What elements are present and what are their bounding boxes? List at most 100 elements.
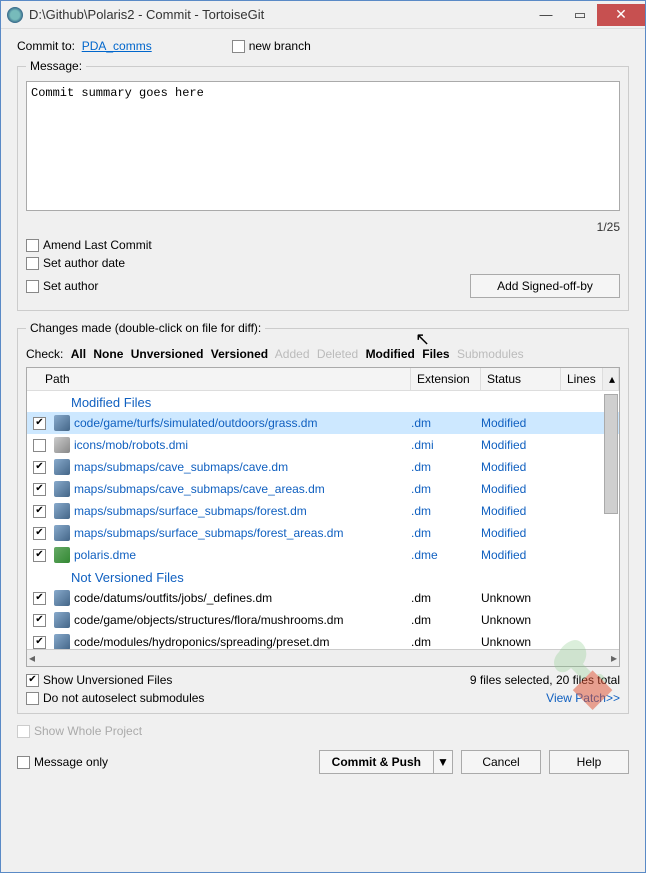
no-autoselect-checkbox[interactable] bbox=[26, 692, 39, 705]
file-ext: .dm bbox=[411, 482, 481, 496]
filter-row: Check: All None Unversioned Versioned Ad… bbox=[26, 347, 620, 361]
vertical-scrollbar[interactable] bbox=[604, 394, 618, 514]
horizontal-scrollbar[interactable]: ◂▸ bbox=[27, 649, 619, 666]
file-status: Unknown bbox=[481, 591, 561, 605]
message-only-label: Message only bbox=[34, 755, 108, 769]
changes-legend: Changes made (double-click on file for d… bbox=[26, 321, 265, 335]
file-status: Unknown bbox=[481, 635, 561, 649]
check-label: Check: bbox=[26, 347, 63, 361]
show-whole-label: Show Whole Project bbox=[34, 724, 142, 738]
file-path: code/datums/outfits/jobs/_defines.dm bbox=[74, 591, 411, 605]
amend-checkbox[interactable] bbox=[26, 239, 39, 252]
table-row[interactable]: code/datums/outfits/jobs/_defines.dm.dmU… bbox=[27, 587, 619, 609]
author-checkbox[interactable] bbox=[26, 280, 39, 293]
row-checkbox[interactable] bbox=[33, 483, 46, 496]
file-status: Modified bbox=[481, 416, 561, 430]
view-patch-link[interactable]: View Patch>> bbox=[546, 691, 620, 705]
commit-push-button[interactable]: Commit & Push bbox=[319, 750, 433, 774]
file-path: maps/submaps/surface_submaps/forest.dm bbox=[74, 504, 411, 518]
table-row[interactable]: icons/mob/robots.dmi.dmiModified bbox=[27, 434, 619, 456]
row-checkbox[interactable] bbox=[33, 549, 46, 562]
message-only-checkbox[interactable] bbox=[17, 756, 30, 769]
filter-files[interactable]: Files bbox=[422, 347, 449, 361]
filter-modified[interactable]: Modified bbox=[366, 347, 415, 361]
file-path: maps/submaps/cave_submaps/cave_areas.dm bbox=[74, 482, 411, 496]
file-ext: .dm bbox=[411, 504, 481, 518]
file-path: maps/submaps/cave_submaps/cave.dm bbox=[74, 460, 411, 474]
selection-summary: 9 files selected, 20 files total bbox=[470, 673, 620, 687]
file-ext: .dm bbox=[411, 635, 481, 649]
close-button[interactable]: ✕ bbox=[597, 4, 645, 26]
section-header: Not Versioned Files bbox=[27, 566, 619, 587]
message-group: Message: 1/25 Amend Last Commit Set auth… bbox=[17, 59, 629, 311]
filter-versioned[interactable]: Versioned bbox=[211, 347, 268, 361]
window-title: D:\Github\Polaris2 - Commit - TortoiseGi… bbox=[29, 7, 529, 22]
col-path[interactable]: Path bbox=[27, 368, 411, 390]
author-date-label: Set author date bbox=[43, 256, 125, 270]
table-row[interactable]: maps/submaps/cave_submaps/cave_areas.dm.… bbox=[27, 478, 619, 500]
cancel-button[interactable]: Cancel bbox=[461, 750, 541, 774]
row-checkbox[interactable] bbox=[33, 439, 46, 452]
file-icon bbox=[54, 415, 70, 431]
scroll-up-icon[interactable]: ▴ bbox=[603, 368, 619, 390]
table-row[interactable]: polaris.dme.dmeModified bbox=[27, 544, 619, 566]
col-extension[interactable]: Extension bbox=[411, 368, 481, 390]
file-status: Modified bbox=[481, 504, 561, 518]
filter-submodules: Submodules bbox=[457, 347, 524, 361]
file-status: Modified bbox=[481, 526, 561, 540]
file-path: code/modules/hydroponics/spreading/prese… bbox=[74, 635, 411, 649]
file-ext: .dm bbox=[411, 526, 481, 540]
table-row[interactable]: maps/submaps/surface_submaps/forest_area… bbox=[27, 522, 619, 544]
row-checkbox[interactable] bbox=[33, 417, 46, 430]
commit-push-dropdown[interactable]: ▼ bbox=[433, 750, 453, 774]
file-ext: .dm bbox=[411, 460, 481, 474]
table-row[interactable]: code/game/turfs/simulated/outdoors/grass… bbox=[27, 412, 619, 434]
show-unversioned-checkbox[interactable] bbox=[26, 674, 39, 687]
changes-group: Changes made (double-click on file for d… bbox=[17, 321, 629, 714]
file-icon bbox=[54, 590, 70, 606]
author-date-checkbox[interactable] bbox=[26, 257, 39, 270]
row-checkbox[interactable] bbox=[33, 505, 46, 518]
file-path: polaris.dme bbox=[74, 548, 411, 562]
col-status[interactable]: Status bbox=[481, 368, 561, 390]
file-icon bbox=[54, 525, 70, 541]
titlebar: D:\Github\Polaris2 - Commit - TortoiseGi… bbox=[1, 1, 645, 29]
table-row[interactable]: code/game/objects/structures/flora/mushr… bbox=[27, 609, 619, 631]
file-table: Path Extension Status Lines ▴ Modified F… bbox=[26, 367, 620, 667]
message-legend: Message: bbox=[26, 59, 86, 73]
file-path: maps/submaps/surface_submaps/forest_area… bbox=[74, 526, 411, 540]
filter-all[interactable]: All bbox=[71, 347, 86, 361]
col-lines[interactable]: Lines bbox=[561, 368, 603, 390]
no-autoselect-label: Do not autoselect submodules bbox=[43, 691, 204, 705]
signed-off-button[interactable]: Add Signed-off-by bbox=[470, 274, 620, 298]
file-icon bbox=[54, 459, 70, 475]
file-status: Unknown bbox=[481, 613, 561, 627]
file-icon bbox=[54, 503, 70, 519]
file-icon bbox=[54, 481, 70, 497]
row-checkbox[interactable] bbox=[33, 636, 46, 649]
file-path: code/game/turfs/simulated/outdoors/grass… bbox=[74, 416, 411, 430]
file-status: Modified bbox=[481, 548, 561, 562]
filter-added: Added bbox=[275, 347, 310, 361]
row-checkbox[interactable] bbox=[33, 527, 46, 540]
new-branch-checkbox[interactable] bbox=[232, 40, 245, 53]
filter-none[interactable]: None bbox=[93, 347, 123, 361]
file-ext: .dm bbox=[411, 613, 481, 627]
commit-branch-link[interactable]: PDA_comms bbox=[82, 39, 152, 53]
table-row[interactable]: maps/submaps/cave_submaps/cave.dm.dmModi… bbox=[27, 456, 619, 478]
row-checkbox[interactable] bbox=[33, 461, 46, 474]
table-row[interactable]: maps/submaps/surface_submaps/forest.dm.d… bbox=[27, 500, 619, 522]
table-row[interactable]: code/modules/hydroponics/spreading/prese… bbox=[27, 631, 619, 649]
row-checkbox[interactable] bbox=[33, 614, 46, 627]
row-checkbox[interactable] bbox=[33, 592, 46, 605]
maximize-button[interactable]: ▭ bbox=[563, 4, 597, 26]
help-button[interactable]: Help bbox=[549, 750, 629, 774]
section-header: Modified Files bbox=[27, 391, 619, 412]
file-ext: .dm bbox=[411, 416, 481, 430]
filter-unversioned[interactable]: Unversioned bbox=[131, 347, 204, 361]
commit-message-input[interactable] bbox=[26, 81, 620, 211]
file-status: Modified bbox=[481, 438, 561, 452]
file-icon bbox=[54, 547, 70, 563]
minimize-button[interactable]: — bbox=[529, 4, 563, 26]
app-icon bbox=[7, 7, 23, 23]
